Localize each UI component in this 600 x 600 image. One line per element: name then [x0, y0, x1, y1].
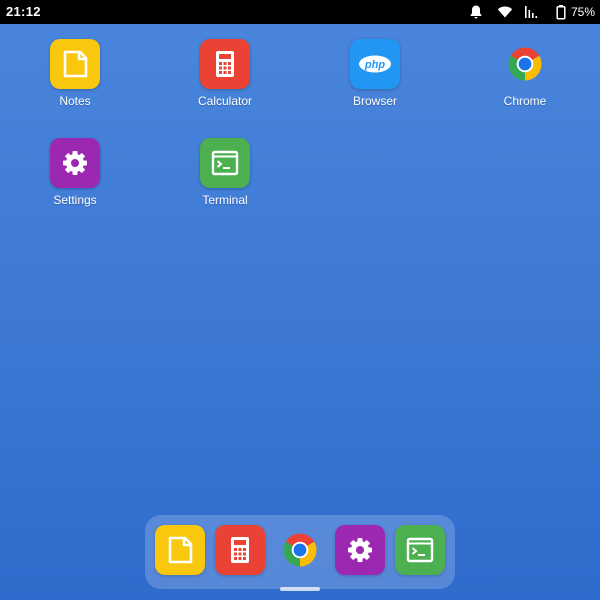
- app-label: Chrome: [503, 94, 547, 108]
- terminal-icon[interactable]: [200, 138, 250, 188]
- dock-gear-icon[interactable]: [335, 525, 385, 575]
- notes-icon[interactable]: [50, 39, 100, 89]
- app-label: Notes: [59, 94, 91, 108]
- notification-bell-icon: [468, 4, 484, 20]
- status-bar: 21:12 75%: [0, 0, 600, 24]
- status-time: 21:12: [6, 4, 41, 19]
- app-label: Terminal: [202, 193, 248, 207]
- app-notes[interactable]: Notes: [20, 39, 130, 119]
- app-chrome[interactable]: Chrome: [470, 39, 580, 119]
- battery-icon: [553, 4, 569, 20]
- svg-text:php: php: [364, 59, 385, 71]
- chrome-icon[interactable]: [500, 39, 550, 89]
- app-label: Settings: [53, 193, 97, 207]
- calculator-icon[interactable]: [200, 39, 250, 89]
- dock-notes-icon[interactable]: [155, 525, 205, 575]
- php-icon[interactable]: php: [350, 39, 400, 89]
- cell-signal-icon: [524, 4, 540, 20]
- app-terminal[interactable]: Terminal: [170, 138, 280, 218]
- home-indicator[interactable]: [280, 587, 320, 591]
- battery-percent: 75%: [571, 5, 596, 19]
- dock: [145, 515, 455, 589]
- app-label: Browser: [352, 94, 397, 108]
- gear-icon[interactable]: [50, 138, 100, 188]
- app-label: Calculator: [197, 94, 253, 108]
- wifi-icon: [497, 4, 513, 20]
- dock-chrome-icon[interactable]: [275, 525, 325, 575]
- app-settings[interactable]: Settings: [20, 138, 130, 218]
- dock-calculator-icon[interactable]: [215, 525, 265, 575]
- dock-terminal-icon[interactable]: [395, 525, 445, 575]
- app-browser[interactable]: php Browser: [320, 39, 430, 119]
- app-calculator[interactable]: Calculator: [170, 39, 280, 119]
